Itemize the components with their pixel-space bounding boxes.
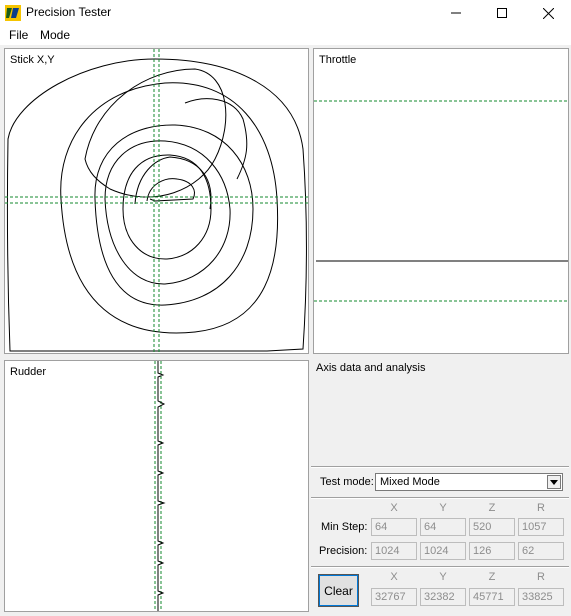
min-step-z-field: 520 xyxy=(469,518,515,536)
column-header-r: R xyxy=(537,502,545,514)
precision-x-field: 1024 xyxy=(371,542,417,560)
analysis-panel: Axis data and analysis xyxy=(311,357,569,467)
precision-r-field: 62 xyxy=(518,542,564,560)
raw-y-field: 32382 xyxy=(420,588,466,606)
column-header-x: X xyxy=(390,502,398,514)
menu-bar: File Mode xyxy=(0,26,571,45)
rudder-plot xyxy=(154,361,166,611)
analysis-label: Axis data and analysis xyxy=(316,362,426,374)
minimize-icon xyxy=(451,12,461,14)
separator xyxy=(311,466,569,468)
throttle-plot xyxy=(314,100,568,302)
test-mode-select[interactable]: Mixed Mode xyxy=(375,473,563,491)
raw-z-field: 45771 xyxy=(469,588,515,606)
test-mode-value: Mixed Mode xyxy=(380,476,440,488)
title-bar: Precision Tester xyxy=(0,0,571,26)
app-logo-icon xyxy=(5,5,21,21)
stick-xy-panel: Stick X,Y xyxy=(4,48,309,354)
precision-label: Precision: xyxy=(319,545,368,557)
separator xyxy=(311,497,569,499)
stick-xy-plot xyxy=(5,49,308,353)
close-icon xyxy=(542,7,554,19)
clear-button[interactable]: Clear xyxy=(318,574,359,607)
throttle-panel: Throttle xyxy=(313,48,569,354)
precision-y-field: 1024 xyxy=(420,542,466,560)
window-title: Precision Tester xyxy=(26,5,112,19)
column-header-x: X xyxy=(390,571,398,583)
separator xyxy=(311,566,569,568)
min-step-label: Min Step: xyxy=(321,521,368,533)
minimize-button[interactable] xyxy=(433,0,479,26)
maximize-button[interactable] xyxy=(479,0,525,26)
raw-r-field: 33825 xyxy=(518,588,564,606)
raw-x-field: 32767 xyxy=(371,588,417,606)
precision-z-field: 126 xyxy=(469,542,515,560)
chevron-down-icon[interactable] xyxy=(547,475,561,489)
column-header-z: Z xyxy=(488,502,496,514)
menu-file[interactable]: File xyxy=(9,28,28,42)
column-header-z: Z xyxy=(488,571,496,583)
rudder-panel: Rudder xyxy=(4,360,309,612)
min-step-y-field: 64 xyxy=(420,518,466,536)
test-mode-label: Test mode: xyxy=(320,476,374,488)
maximize-icon xyxy=(497,8,507,18)
close-button[interactable] xyxy=(525,0,571,26)
column-header-y: Y xyxy=(439,571,447,583)
min-step-x-field: 64 xyxy=(371,518,417,536)
min-step-r-field: 1057 xyxy=(518,518,564,536)
column-header-y: Y xyxy=(439,502,447,514)
column-header-r: R xyxy=(537,571,545,583)
menu-mode[interactable]: Mode xyxy=(40,28,70,42)
